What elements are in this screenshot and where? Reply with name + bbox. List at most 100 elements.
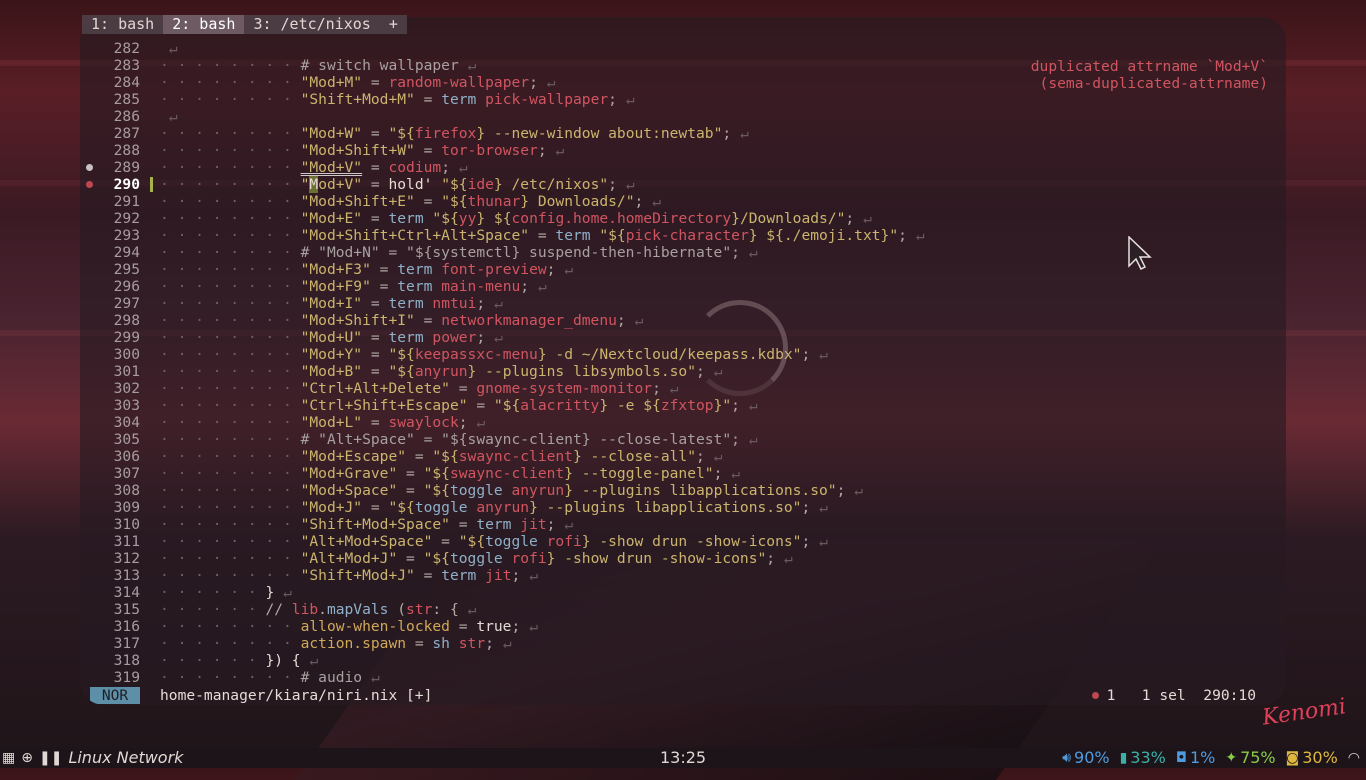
indent-guides: · · · · · · · · (160, 482, 301, 499)
globe-icon[interactable]: ⊕ (21, 748, 33, 768)
code-line[interactable]: 295 · · · · · · · · "Mod+F3" = term font-… (80, 261, 1286, 278)
indent-guides: · · · · · · · · (160, 465, 301, 482)
line-number: 296 (113, 278, 140, 295)
code-line[interactable]: 291 · · · · · · · · "Mod+Shift+E" = "${th… (80, 193, 1286, 210)
code-line[interactable]: 308 · · · · · · · · "Mod+Space" = "${togg… (80, 482, 1286, 499)
code-token: od+V" (318, 176, 363, 193)
code-token: "Alt+Mod+Space" (300, 533, 433, 550)
code-token: codium (388, 159, 442, 176)
code-line[interactable]: 311 · · · · · · · · "Alt+Mod+Space" = "${… (80, 533, 1286, 550)
code-line[interactable]: 300 · · · · · · · · "Mod+Y" = "${keepassx… (80, 346, 1286, 363)
wifi-indicator[interactable]: ◠ (1348, 748, 1360, 768)
workspace-title[interactable]: Linux Network (68, 748, 183, 768)
battery-indicator[interactable]: ▮ 33% (1120, 748, 1166, 768)
line-number: 295 (113, 261, 140, 278)
code-line[interactable]: 286 ↵ (80, 108, 1286, 125)
editor-window[interactable]: 282 ↵ 283 · · · · · · · · # switch wallpap… (80, 17, 1286, 705)
tab-4[interactable]: + (379, 15, 407, 34)
newline-marker-icon: ↵ (529, 278, 547, 295)
line-number: 305 (113, 431, 140, 448)
code-line[interactable]: 294 · · · · · · · · # "Mod+N" = "${system… (80, 244, 1286, 261)
code-line[interactable]: 313 · · · · · · · · "Shift+Mod+J" = term … (80, 567, 1286, 584)
newline-marker-icon: ↵ (458, 601, 477, 618)
code-token: ( (388, 601, 407, 618)
code-token: = (449, 618, 477, 635)
code-line[interactable]: 307 · · · · · · · · "Mod+Grave" = "${sway… (80, 465, 1286, 482)
code-line[interactable]: 290 · · · · · · · · "Mod+V" = hold' "${id… (80, 176, 1286, 193)
code-token: ; (634, 193, 644, 210)
tab-3[interactable]: 3: /etc/nixos (244, 15, 380, 34)
code-line[interactable]: 319 · · · · · · · · # audio ↵ (80, 669, 1286, 686)
code-line[interactable]: 306 · · · · · · · · "Mod+Escape" = "${swa… (80, 448, 1286, 465)
code-line[interactable]: 303 · · · · · · · · "Ctrl+Shift+Escape" =… (80, 397, 1286, 414)
code-line[interactable]: 298 · · · · · · · · "Mod+Shift+I" = netwo… (80, 312, 1286, 329)
code-line[interactable]: 289 · · · · · · · · "Mod+V" = codium; ↵ (80, 159, 1286, 176)
line-number: 314 (113, 584, 140, 601)
app-grid-icon[interactable]: ▦ (2, 748, 15, 768)
indent-guides: · · · · · · · · (160, 516, 301, 533)
code-line[interactable]: 296 · · · · · · · · "Mod+F9" = term main-… (80, 278, 1286, 295)
code-line[interactable]: 309 · · · · · · · · "Mod+J" = "${toggle a… (80, 499, 1286, 516)
newline-marker-icon: ↵ (555, 261, 574, 278)
code-token: main-menu (441, 278, 521, 295)
volume-indicator[interactable]: 🔊︎ 90% (1062, 748, 1109, 768)
line-number: 300 (113, 346, 140, 363)
line-text: · · · · · · · · "Mod+L" = swaylock; ↵ (160, 414, 485, 431)
code-line[interactable]: 293 · · · · · · · · "Mod+Shift+Ctrl+Alt+S… (80, 227, 1286, 244)
code-token: hold' (388, 176, 442, 193)
line-number: 309 (113, 499, 140, 516)
code-token: "Ctrl+Shift+Escape" (300, 397, 468, 414)
code-line[interactable]: 292 · · · · · · · · "Mod+E" = term "${yy}… (80, 210, 1286, 227)
tab-2[interactable]: 2: bash (163, 15, 245, 34)
code-token: ; (529, 74, 538, 91)
indent-guides: · · · · · · · · (160, 74, 301, 91)
indent-guides: · · · · · · · · (160, 91, 301, 108)
code-line[interactable]: 282 ↵ (80, 40, 1286, 57)
code-line[interactable]: 301 · · · · · · · · "Mod+B" = "${anyrun} … (80, 363, 1286, 380)
code-line[interactable]: 315 · · · · · · // lib.mapVals (str: { ↵ (80, 601, 1286, 618)
newline-marker-icon: ↵ (160, 108, 178, 125)
code-token: "${ (388, 346, 415, 363)
code-line[interactable]: 299 · · · · · · · · "Mod+U" = term power;… (80, 329, 1286, 346)
temperature-indicator[interactable]: ◙ 30% (1286, 748, 1338, 768)
code-line[interactable]: 316 · · · · · · · · allow-when-locked = t… (80, 618, 1286, 635)
code-token: yy (458, 210, 477, 227)
indent-guides: · · · · · · · · (160, 278, 301, 295)
code-area[interactable]: 282 ↵ 283 · · · · · · · · # switch wallpap… (80, 40, 1286, 686)
code-line[interactable]: 285 · · · · · · · · "Shift+Mod+M" = term … (80, 91, 1286, 108)
code-line[interactable]: 302 · · · · · · · · "Ctrl+Alt+Delete" = g… (80, 380, 1286, 397)
code-line[interactable]: 317 · · · · · · · · action.spawn = sh str… (80, 635, 1286, 652)
code-token: ; (608, 176, 617, 193)
code-token: = (467, 397, 494, 414)
indent-guides: · · · · · · · · (160, 159, 301, 176)
pause-icon[interactable]: ❚❚ (39, 748, 62, 768)
tab-1[interactable]: 1: bash (82, 15, 164, 34)
code-line[interactable]: 312 · · · · · · · · "Alt+Mod+J" = "${togg… (80, 550, 1286, 567)
code-line[interactable]: 304 · · · · · · · · "Mod+L" = swaylock; ↵ (80, 414, 1286, 431)
code-line[interactable]: 318 · · · · · · }) { ↵ (80, 652, 1286, 669)
code-line[interactable]: 288 · · · · · · · · "Mod+Shift+W" = tor-b… (80, 142, 1286, 159)
code-token: = (529, 227, 556, 244)
code-line[interactable]: 310 · · · · · · · · "Shift+Mod+Space" = t… (80, 516, 1286, 533)
code-line[interactable]: 305 · · · · · · · · # "Alt+Space" = "${sw… (80, 431, 1286, 448)
code-line[interactable]: 297 · · · · · · · · "Mod+I" = term nmtui;… (80, 295, 1286, 312)
brightness-indicator[interactable]: ✦ 75% (1225, 748, 1275, 768)
code-token: } (265, 584, 275, 601)
indent-guides: · · · · · · · · (160, 431, 301, 448)
code-token: firefox (414, 125, 477, 142)
statusline: NOR home-manager/kiara/niri.nix [+] 1 1 … (90, 687, 1276, 704)
line-number: 306 (113, 448, 140, 465)
indent-guides: · · · · · · · · (160, 312, 301, 329)
code-token: = (414, 91, 442, 108)
line-number: 289 (113, 159, 140, 176)
code-token: "Mod+I" (300, 295, 363, 312)
code-line[interactable]: 287 · · · · · · · · "Mod+W" = "${firefox}… (80, 125, 1286, 142)
clock[interactable]: 13:25 (660, 748, 706, 768)
line-text: · · · · · · · · "Shift+Mod+J" = term jit… (160, 567, 538, 584)
cpu-indicator[interactable]: ◘ 1% (1176, 748, 1215, 768)
line-number: 286 (113, 108, 140, 125)
code-line[interactable]: 314 · · · · · · } ↵ (80, 584, 1286, 601)
code-token: term (441, 91, 477, 108)
code-token: = (406, 635, 433, 652)
